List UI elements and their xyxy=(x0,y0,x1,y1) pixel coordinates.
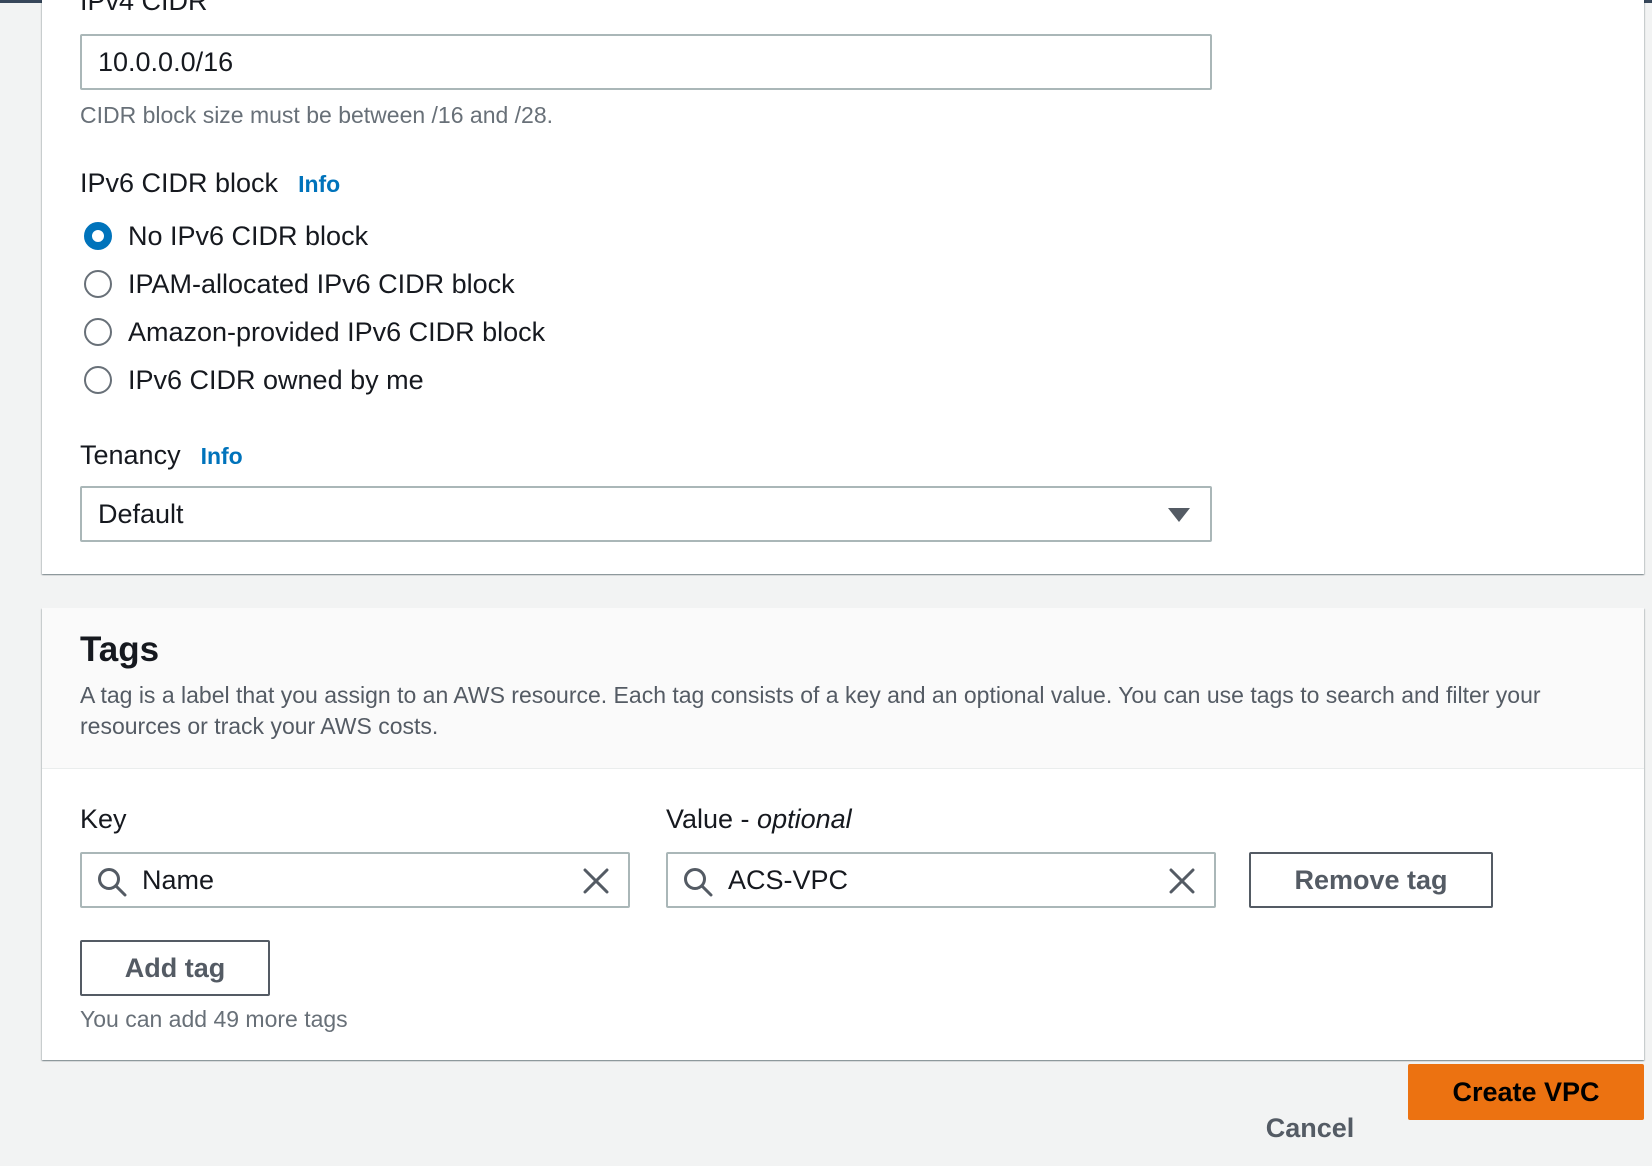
tenancy-heading: Tenancy Info xyxy=(80,440,243,471)
remaining-tags-hint: You can add 49 more tags xyxy=(80,1006,348,1032)
radio-label: Amazon-provided IPv6 CIDR block xyxy=(128,316,546,347)
ipv4-cidr-label: IPv4 CIDR xyxy=(80,0,208,16)
tags-description: A tag is a label that you assign to an A… xyxy=(80,682,1541,739)
tenancy-info-link[interactable]: Info xyxy=(201,443,243,470)
radio-option-owned-by-me[interactable]: IPv6 CIDR owned by me xyxy=(84,360,545,400)
radio-button-selected[interactable] xyxy=(84,222,112,250)
search-icon xyxy=(684,868,713,897)
radio-option-ipam-allocated[interactable]: IPAM-allocated IPv6 CIDR block xyxy=(84,264,545,304)
radio-label: IPv6 CIDR owned by me xyxy=(128,364,424,395)
ipv6-info-link[interactable]: Info xyxy=(298,171,340,198)
tag-value-field[interactable] xyxy=(666,852,1216,908)
tags-header: Tags A tag is a label that you assign to… xyxy=(42,608,1644,769)
caret-down-icon xyxy=(1168,508,1190,522)
create-vpc-button[interactable]: Create VPC xyxy=(1408,1064,1644,1120)
radio-button[interactable] xyxy=(84,366,112,394)
ipv6-radio-group: No IPv6 CIDR block IPAM-allocated IPv6 C… xyxy=(84,216,545,400)
tags-title: Tags xyxy=(80,630,160,669)
tenancy-select[interactable]: Default xyxy=(80,486,1212,542)
tag-key-field[interactable] xyxy=(80,852,630,908)
tag-key-label: Key xyxy=(80,804,127,834)
ipv6-cidr-block-heading: IPv6 CIDR block Info xyxy=(80,168,340,199)
close-icon[interactable] xyxy=(1168,867,1196,895)
tag-value-label: Value - optional xyxy=(666,804,852,835)
ipv4-cidr-input[interactable] xyxy=(80,34,1212,90)
tag-key-input[interactable] xyxy=(142,854,562,906)
tenancy-selected-value: Default xyxy=(98,498,184,529)
search-icon xyxy=(98,868,127,897)
tags-panel: Tags A tag is a label that you assign to… xyxy=(42,608,1644,1060)
ipv6-cidr-block-label: IPv6 CIDR block xyxy=(80,168,279,198)
optional-text: optional xyxy=(757,804,852,834)
radio-option-no-ipv6[interactable]: No IPv6 CIDR block xyxy=(84,216,545,256)
radio-option-amazon-provided[interactable]: Amazon-provided IPv6 CIDR block xyxy=(84,312,545,352)
radio-button[interactable] xyxy=(84,270,112,298)
vpc-settings-panel: IPv4 CIDR CIDR block size must be betwee… xyxy=(42,0,1644,574)
close-icon[interactable] xyxy=(582,867,610,895)
tag-value-input[interactable] xyxy=(728,854,1148,906)
radio-button[interactable] xyxy=(84,318,112,346)
radio-label: No IPv6 CIDR block xyxy=(128,220,369,251)
cancel-button[interactable]: Cancel xyxy=(1260,1100,1360,1156)
remove-tag-button[interactable]: Remove tag xyxy=(1249,852,1493,908)
add-tag-button[interactable]: Add tag xyxy=(80,940,270,996)
value-label-text: Value - xyxy=(666,804,758,834)
ipv4-cidr-hint: CIDR block size must be between /16 and … xyxy=(80,102,554,128)
radio-label: IPAM-allocated IPv6 CIDR block xyxy=(128,268,515,299)
tenancy-label: Tenancy xyxy=(80,440,181,470)
